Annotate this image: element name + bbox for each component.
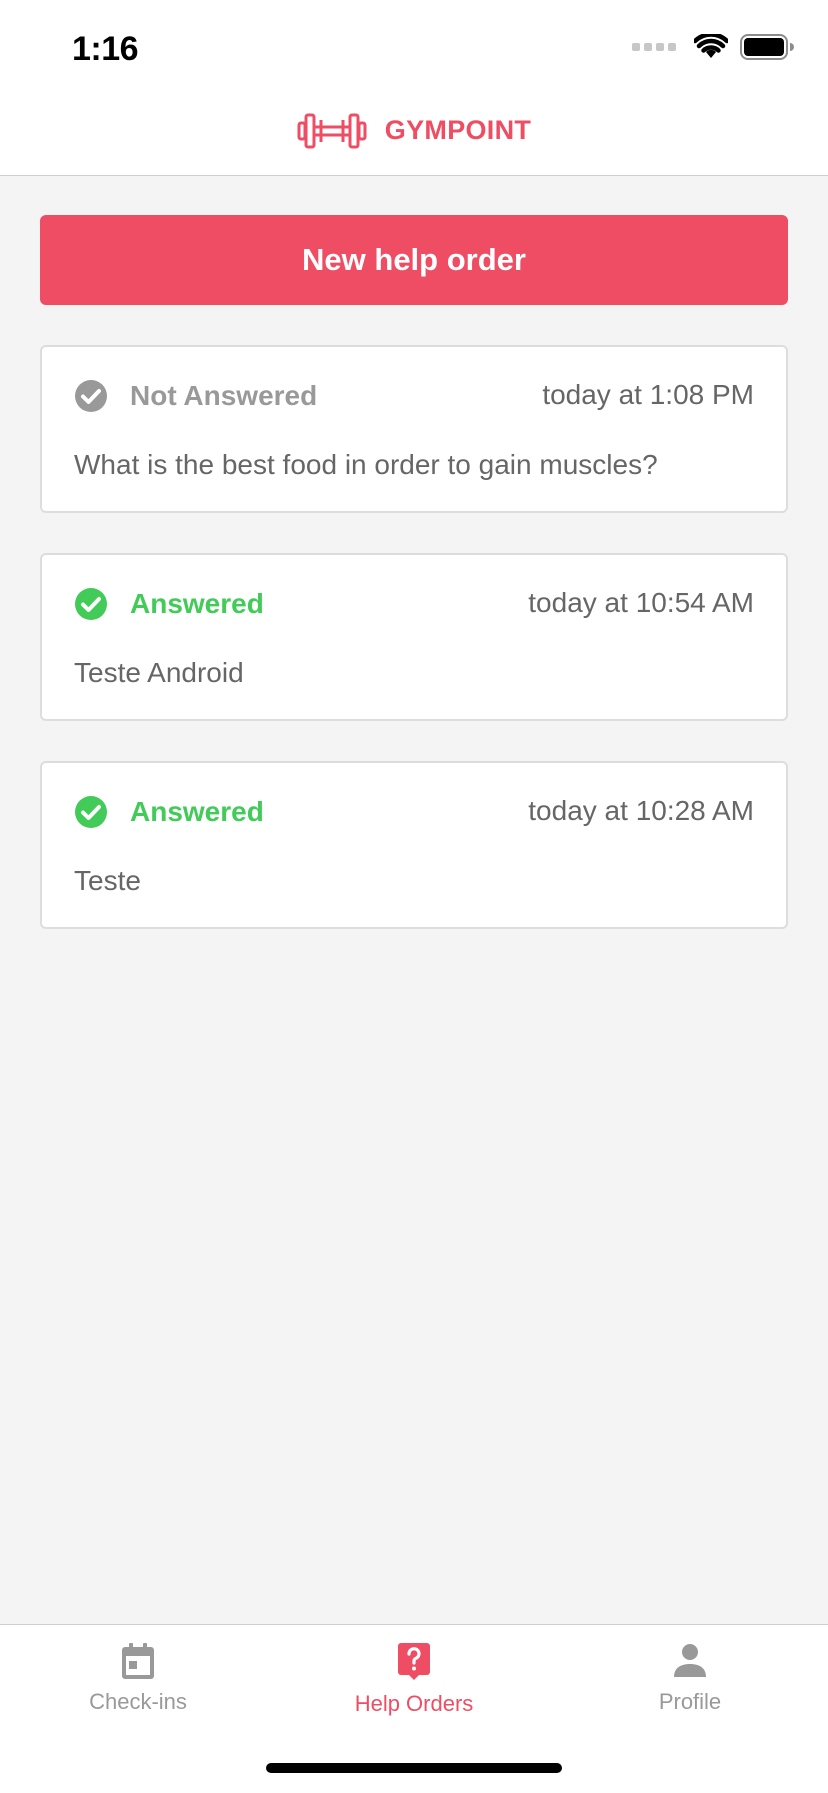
help-icon [398,1643,430,1680]
order-question: Teste [74,865,141,896]
new-help-order-button[interactable]: New help order [40,215,788,305]
status-bar: 1:16 [0,0,828,90]
order-date: today at 10:28 AM [528,795,754,826]
tab-label: Profile [658,1689,722,1714]
app-header: GYMPOINT [0,90,828,176]
status-icons [632,34,794,60]
status-label: Answered [130,588,264,619]
check-circle-icon [75,380,107,412]
brand-logo: GYMPOINT [297,112,531,150]
order-date: today at 1:08 PM [542,379,754,410]
status-label: Not Answered [130,380,318,411]
calendar-icon [122,1643,154,1679]
wifi-icon [694,34,728,58]
status-label: Answered [130,796,264,827]
cellular-signal-icon [632,43,676,51]
order-status: Answered [74,587,264,621]
order-question: Teste Android [74,657,244,688]
help-order-list: Not Answered today at 1:08 PM What is th… [40,345,788,929]
check-circle-icon [75,796,107,828]
battery-icon [740,34,794,60]
brand-name: GYMPOINT [384,115,532,145]
tab-help-orders[interactable]: Help Orders [276,1643,552,1717]
help-order-card[interactable]: Not Answered today at 1:08 PM What is th… [40,345,788,513]
tab-check-ins[interactable]: Check-ins [0,1643,276,1715]
home-indicator[interactable] [266,1763,562,1773]
help-orders-screen: New help order Not Answered today at 1:0… [40,215,788,969]
order-question: What is the best food in order to gain m… [74,449,658,480]
order-status: Not Answered [74,379,317,413]
help-order-card[interactable]: Answered today at 10:28 AM Teste [40,761,788,929]
check-circle-icon [75,588,107,620]
order-status: Answered [74,795,264,829]
status-time: 1:16 [72,30,139,68]
order-date: today at 10:54 AM [528,587,754,618]
person-icon [674,1644,706,1677]
help-order-card[interactable]: Answered today at 10:54 AM Teste Android [40,553,788,721]
dumbbell-icon [297,113,367,148]
tab-profile[interactable]: Profile [552,1643,828,1715]
tab-label: Check-ins [89,1689,187,1714]
tab-label: Help Orders [354,1691,474,1716]
